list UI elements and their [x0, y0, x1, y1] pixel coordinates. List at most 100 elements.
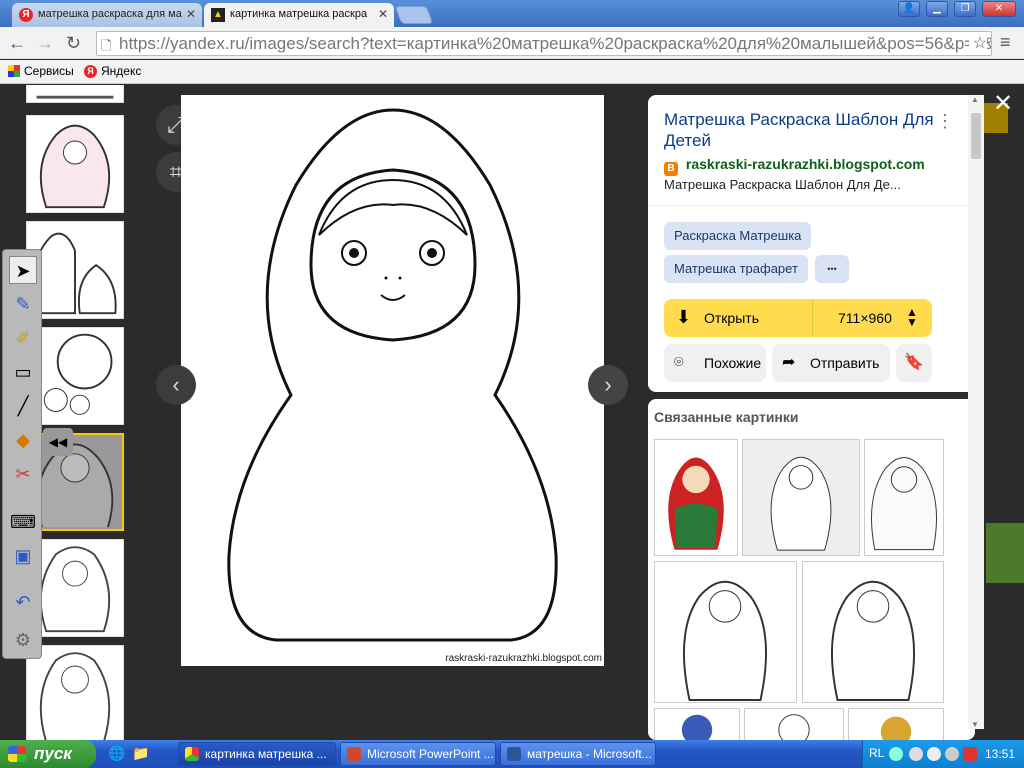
spotlight-icon[interactable]: ✂ — [9, 460, 37, 488]
apps-grid-icon — [8, 65, 20, 77]
source-domain-link[interactable]: B raskraski-razukrazhki.blogspot.com — [664, 156, 925, 176]
scroll-down-icon[interactable]: ▼ — [971, 720, 979, 729]
scroll-up-icon[interactable]: ▲ — [971, 95, 979, 104]
screen-icon[interactable]: ▣ — [9, 542, 37, 570]
close-tab-icon[interactable]: ✕ — [378, 7, 388, 21]
eraser-icon[interactable]: ▭ — [9, 358, 37, 386]
pointer-icon[interactable]: ➤ — [9, 256, 37, 284]
maximize-icon[interactable]: ❐ — [954, 1, 976, 17]
scan-icon: ⌾ — [674, 354, 684, 371]
related-images-title: Связанные картинки — [654, 409, 799, 425]
minimize-icon[interactable]: ▁ — [926, 1, 948, 17]
bookmarks-bar: Сервисы Я Яндекс — [0, 60, 1024, 84]
related-image[interactable] — [654, 439, 738, 556]
keyboard-icon[interactable]: ⌨ — [9, 508, 37, 536]
open-button[interactable]: ⬇ Открыть 711×960 ▲ ▼ — [664, 299, 932, 337]
line-icon[interactable]: ╱ — [9, 392, 37, 420]
share-button[interactable]: ➦ Отправить — [772, 344, 890, 382]
annotation-toolbar: ➤ ✎ ✐ ▭ ╱ ◆ ✂ ⌨ ▣ ↶ ⚙ ◀◀ — [2, 249, 73, 659]
divider — [648, 205, 975, 206]
close-viewer-icon[interactable]: ✕ — [993, 89, 1013, 118]
size-dropdown-icon[interactable]: ▲ ▼ — [906, 306, 918, 328]
folder-quicklaunch-icon[interactable]: 📁 — [132, 745, 149, 762]
tab-label: матрешка раскраска для ма — [38, 8, 182, 20]
browser-toolbar: ← → ↻ 🗋 https://yandex.ru/images/search?… — [0, 27, 1024, 59]
image-source-caption: raskraski-razukrazhki.blogspot.com — [445, 653, 602, 664]
image-description: Матрешка Раскраска Шаблон Для Де... — [664, 177, 901, 192]
address-bar[interactable]: 🗋 https://yandex.ru/images/search?text=к… — [96, 31, 992, 56]
related-image[interactable] — [802, 561, 944, 703]
related-image[interactable] — [742, 439, 860, 556]
share-arrow-icon: ➦ — [782, 354, 796, 371]
bookmark-services[interactable]: Сервисы — [8, 64, 74, 78]
taskbar-item-powerpoint[interactable]: Microsoft PowerPoint ... — [340, 742, 496, 766]
thumbnail[interactable] — [26, 115, 124, 213]
language-indicator[interactable]: RL — [869, 746, 884, 760]
tab-image-view[interactable]: ▲ картинка матрешка раскра ✕ — [204, 3, 394, 27]
bookmark-label: Сервисы — [24, 64, 74, 78]
more-options-icon[interactable]: ⋮ — [936, 111, 954, 132]
open-label: Открыть — [704, 310, 759, 326]
divider — [812, 299, 813, 337]
images-favicon-icon: ▲ — [211, 8, 225, 22]
tray-expand-icon[interactable] — [889, 747, 903, 761]
ie-quicklaunch-icon[interactable]: 🌐 — [108, 745, 125, 762]
page-info-icon[interactable]: 🗋 — [101, 34, 111, 55]
thumbnail[interactable] — [26, 645, 124, 740]
close-window-icon[interactable]: ✕ — [982, 1, 1016, 17]
main-image: raskraski-razukrazhki.blogspot.com — [181, 95, 604, 666]
next-image-button[interactable]: › — [588, 365, 628, 405]
size-label[interactable]: 711×960 — [838, 310, 892, 326]
settings-gear-icon[interactable]: ⚙ — [9, 626, 37, 654]
taskbar-item-word[interactable]: матрешка - Microsoft... — [500, 742, 656, 766]
new-tab-button[interactable] — [394, 6, 434, 24]
tray-app-icon[interactable] — [945, 747, 959, 761]
info-panel: Матрешка Раскраска Шаблон Для Детей ⋮ B … — [646, 95, 976, 740]
tag-button[interactable]: Матрешка трафарет — [664, 255, 808, 283]
close-tab-icon[interactable]: ✕ — [186, 7, 196, 21]
antivirus-shield-icon[interactable] — [963, 747, 977, 761]
chrome-icon — [185, 747, 199, 761]
browser-window: Я матрешка раскраска для ма ✕ ▲ картинка… — [0, 0, 1024, 740]
tab-yandex-search[interactable]: Я матрешка раскраска для ма ✕ — [12, 3, 202, 27]
panel-scrollbar[interactable]: ▲ ▼ — [968, 95, 984, 729]
related-image[interactable] — [654, 708, 740, 740]
tray-app-icon[interactable] — [927, 747, 941, 761]
user-icon[interactable]: 👤 — [898, 1, 920, 17]
yandex-favicon-icon: Я — [19, 8, 33, 22]
word-icon — [507, 747, 521, 761]
thumbnail[interactable] — [26, 85, 124, 103]
start-button[interactable]: пуск — [0, 740, 96, 768]
collapse-toolbar-icon[interactable]: ◀◀ — [43, 428, 73, 456]
scrollbar-thumb[interactable] — [971, 113, 981, 159]
related-image[interactable] — [864, 439, 944, 556]
related-image[interactable] — [848, 708, 944, 740]
more-tags-button[interactable]: ••• — [815, 255, 849, 283]
forward-icon[interactable]: → — [36, 33, 54, 53]
bookmark-icon[interactable]: 🔖 — [896, 344, 932, 382]
reload-icon[interactable]: ↻ — [66, 33, 81, 53]
related-image[interactable] — [744, 708, 844, 740]
shapes-icon[interactable]: ◆ — [9, 426, 37, 454]
background-fragment — [986, 523, 1024, 583]
related-image[interactable] — [654, 561, 797, 703]
similar-button[interactable]: ⌾ Похожие — [664, 344, 766, 382]
bookmark-label: Яндекс — [101, 64, 142, 78]
image-viewer: ⤢ ⌗ raskraski-razukrazhki.blogspot.com ‹… — [0, 85, 1024, 740]
tab-strip: Я матрешка раскраска для ма ✕ ▲ картинка… — [0, 0, 1024, 27]
pen-icon[interactable]: ✎ — [9, 290, 37, 318]
highlighter-icon[interactable]: ✐ — [9, 324, 37, 352]
back-icon[interactable]: ← — [8, 33, 26, 53]
previous-image-button[interactable]: ‹ — [156, 365, 196, 405]
windows-taskbar: пуск 🌐 📁 картинка матрешка ... Microsoft… — [0, 740, 1024, 768]
tag-button[interactable]: Раскраска Матрешка — [664, 222, 812, 250]
bookmark-yandex[interactable]: Я Яндекс — [84, 64, 141, 78]
powerpoint-icon — [347, 747, 361, 761]
undo-icon[interactable]: ↶ — [9, 588, 37, 616]
info-card: Матрешка Раскраска Шаблон Для Детей ⋮ B … — [648, 95, 975, 392]
bookmark-star-icon[interactable]: ☆ — [968, 32, 987, 55]
menu-icon[interactable]: ≡ — [1000, 32, 1011, 53]
taskbar-item-chrome[interactable]: картинка матрешка ... — [178, 742, 336, 766]
image-title-link[interactable]: Матрешка Раскраска Шаблон Для Детей — [664, 109, 934, 151]
tray-app-icon[interactable] — [909, 747, 923, 761]
